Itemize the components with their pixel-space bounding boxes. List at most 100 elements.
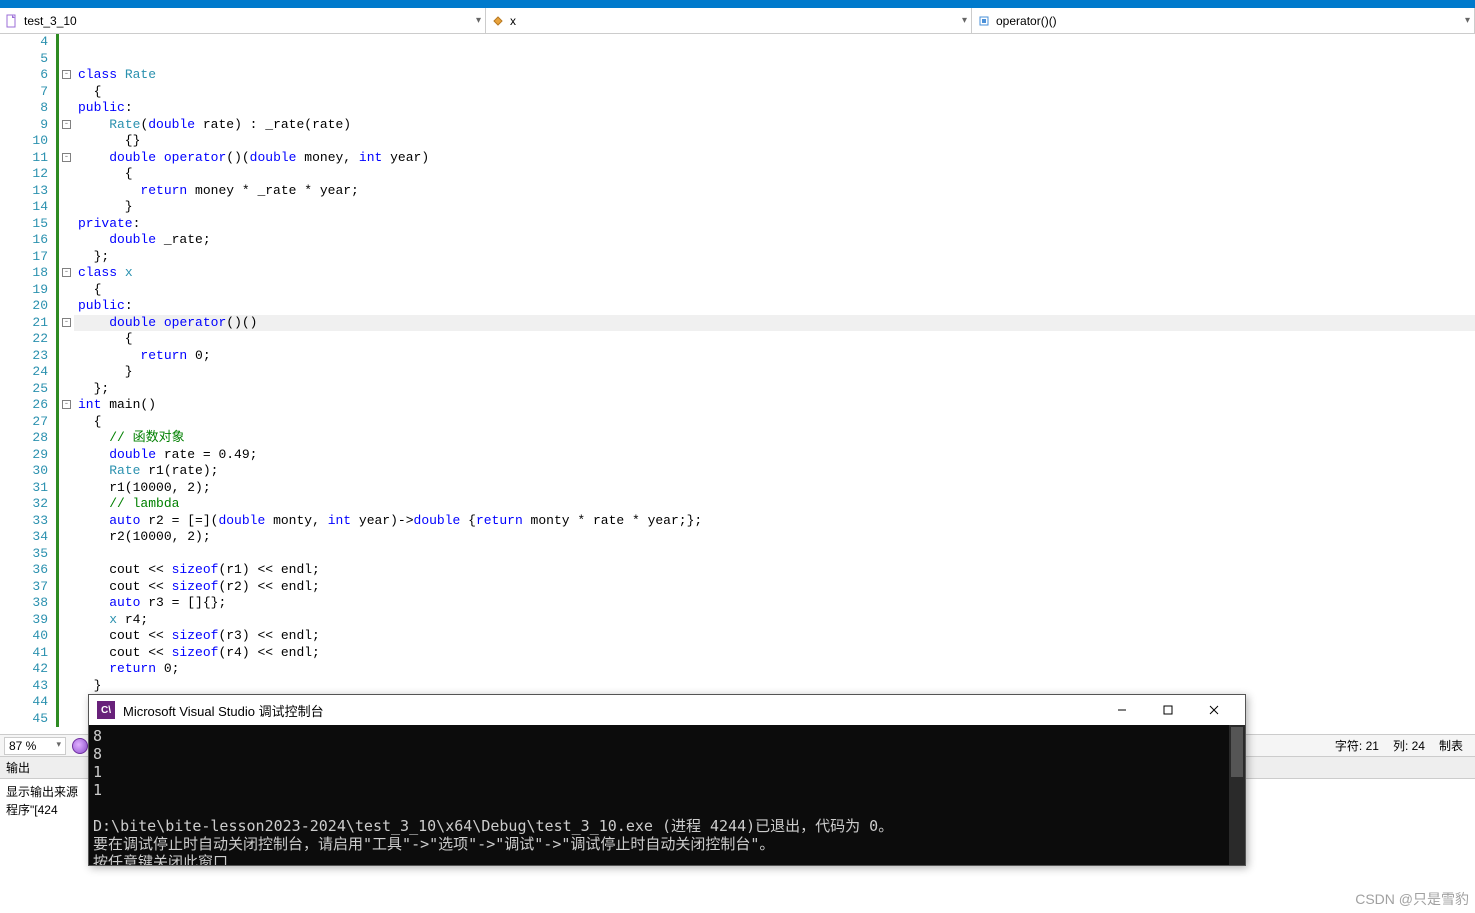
code-line[interactable] <box>74 546 1475 563</box>
title-bar-accent <box>0 0 1475 8</box>
maximize-button[interactable] <box>1145 695 1191 725</box>
line-number: 29 <box>0 447 48 464</box>
scope-dropdown-3[interactable]: operator()() ▾ <box>972 8 1475 33</box>
code-line[interactable]: double rate = 0.49; <box>74 447 1475 464</box>
console-output[interactable]: 8 8 1 1 D:\bite\bite-lesson2023-2024\tes… <box>89 725 1245 865</box>
line-number: 33 <box>0 513 48 530</box>
close-button[interactable] <box>1191 695 1237 725</box>
fold-toggle-icon[interactable]: - <box>62 153 71 162</box>
code-line[interactable] <box>74 51 1475 68</box>
code-line[interactable]: public: <box>74 100 1475 117</box>
watermark: CSDN @只是雪豹 <box>1355 889 1469 909</box>
code-line[interactable]: { <box>74 84 1475 101</box>
method-icon <box>976 13 992 29</box>
code-line[interactable]: { <box>74 331 1475 348</box>
vs-logo-icon: C\ <box>97 701 115 719</box>
code-line[interactable]: cout << sizeof(r1) << endl; <box>74 562 1475 579</box>
code-line[interactable]: } <box>74 364 1475 381</box>
code-line[interactable]: double operator()() <box>74 315 1475 332</box>
code-line[interactable]: { <box>74 166 1475 183</box>
code-line[interactable]: r1(10000, 2); <box>74 480 1475 497</box>
line-number: 11 <box>0 150 48 167</box>
code-content[interactable]: class Rate {public: Rate(double rate) : … <box>74 34 1475 734</box>
code-line[interactable]: { <box>74 282 1475 299</box>
scope-dropdown-2[interactable]: x ▾ <box>486 8 972 33</box>
code-line[interactable]: int main() <box>74 397 1475 414</box>
fold-column[interactable]: - - - - - - <box>60 34 74 734</box>
code-line[interactable]: { <box>74 414 1475 431</box>
code-line[interactable]: double _rate; <box>74 232 1475 249</box>
line-number: 36 <box>0 562 48 579</box>
code-line[interactable]: {} <box>74 133 1475 150</box>
code-line[interactable]: double operator()(double money, int year… <box>74 150 1475 167</box>
line-number: 44 <box>0 694 48 711</box>
code-line[interactable]: auto r3 = []{}; <box>74 595 1475 612</box>
code-line[interactable]: private: <box>74 216 1475 233</box>
scope-dropdown-1[interactable]: test_3_10 ▾ <box>0 8 486 33</box>
line-number: 30 <box>0 463 48 480</box>
fold-toggle-icon[interactable]: - <box>62 400 71 409</box>
code-line[interactable]: cout << sizeof(r2) << endl; <box>74 579 1475 596</box>
code-line[interactable] <box>74 34 1475 51</box>
class-icon <box>490 13 506 29</box>
code-line[interactable]: x r4; <box>74 612 1475 629</box>
line-number: 12 <box>0 166 48 183</box>
line-number: 31 <box>0 480 48 497</box>
code-line[interactable]: // lambda <box>74 496 1475 513</box>
line-number: 28 <box>0 430 48 447</box>
line-number: 43 <box>0 678 48 695</box>
col-position: 列: 24 <box>1393 737 1425 754</box>
line-number: 8 <box>0 100 48 117</box>
code-line[interactable]: return 0; <box>74 661 1475 678</box>
char-position: 字符: 21 <box>1335 737 1379 754</box>
code-line[interactable]: return money * _rate * year; <box>74 183 1475 200</box>
line-number: 18 <box>0 265 48 282</box>
code-line[interactable]: return 0; <box>74 348 1475 365</box>
code-line[interactable]: cout << sizeof(r3) << endl; <box>74 628 1475 645</box>
chevron-down-icon[interactable]: ▾ <box>1465 15 1470 26</box>
line-number: 39 <box>0 612 48 629</box>
line-number: 35 <box>0 546 48 563</box>
minimize-button[interactable] <box>1099 695 1145 725</box>
line-number: 4 <box>0 34 48 51</box>
chevron-down-icon[interactable]: ▾ <box>476 15 481 26</box>
health-indicator-icon[interactable] <box>72 738 88 754</box>
code-line[interactable]: Rate r1(rate); <box>74 463 1475 480</box>
console-titlebar[interactable]: C\ Microsoft Visual Studio 调试控制台 <box>89 695 1245 725</box>
line-number: 38 <box>0 595 48 612</box>
code-line[interactable]: class Rate <box>74 67 1475 84</box>
code-line[interactable]: } <box>74 678 1475 695</box>
code-editor[interactable]: 4567891011121314151617181920212223242526… <box>0 34 1475 734</box>
line-number: 19 <box>0 282 48 299</box>
debug-console-window: C\ Microsoft Visual Studio 调试控制台 8 8 1 1… <box>88 694 1246 866</box>
fold-toggle-icon[interactable]: - <box>62 70 71 79</box>
code-line[interactable]: }; <box>74 381 1475 398</box>
code-line[interactable]: public: <box>74 298 1475 315</box>
code-line[interactable]: cout << sizeof(r4) << endl; <box>74 645 1475 662</box>
code-line[interactable]: // 函数对象 <box>74 430 1475 447</box>
fold-toggle-icon[interactable]: - <box>62 318 71 327</box>
code-line[interactable]: } <box>74 199 1475 216</box>
zoom-dropdown[interactable]: 87 % ▾ <box>4 737 66 755</box>
fold-toggle-icon[interactable]: - <box>62 268 71 277</box>
code-line[interactable]: auto r2 = [=](double monty, int year)->d… <box>74 513 1475 530</box>
navigation-bar: test_3_10 ▾ x ▾ operator()() ▾ <box>0 8 1475 34</box>
line-number: 23 <box>0 348 48 365</box>
code-line[interactable]: }; <box>74 249 1475 266</box>
scrollbar-thumb[interactable] <box>1231 727 1243 777</box>
line-number: 5 <box>0 51 48 68</box>
fold-toggle-icon[interactable]: - <box>62 120 71 129</box>
console-scrollbar[interactable] <box>1229 725 1245 865</box>
line-number: 37 <box>0 579 48 596</box>
line-number: 15 <box>0 216 48 233</box>
code-line[interactable]: Rate(double rate) : _rate(rate) <box>74 117 1475 134</box>
scope-text-3: operator()() <box>996 14 1057 28</box>
code-line[interactable]: r2(10000, 2); <box>74 529 1475 546</box>
line-number: 45 <box>0 711 48 728</box>
tabs-mode: 制表 <box>1439 737 1463 754</box>
line-number: 6 <box>0 67 48 84</box>
line-number: 13 <box>0 183 48 200</box>
line-number: 24 <box>0 364 48 381</box>
code-line[interactable]: class x <box>74 265 1475 282</box>
chevron-down-icon[interactable]: ▾ <box>962 15 967 26</box>
